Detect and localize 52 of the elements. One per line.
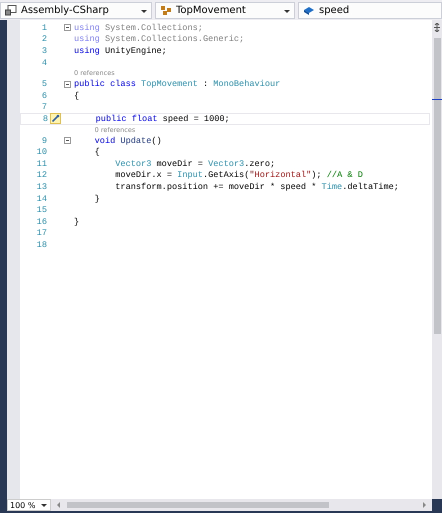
member-dropdown[interactable]: speed [298, 2, 442, 19]
line-number: 3 [40, 46, 47, 56]
project-dropdown[interactable]: Assembly-CSharp [0, 2, 152, 19]
code-text: transform.position += moveDir * speed * Time.deltaTime; [114, 182, 399, 192]
line-number: 17 [36, 228, 47, 238]
code-text: moveDir.x = Input.GetAxis("Horizontal"); //A & D [114, 170, 363, 180]
line-number: 4 [40, 58, 47, 68]
code-text: { [74, 90, 80, 101]
collapse-icon[interactable] [64, 80, 71, 88]
line-number: 8 [42, 114, 48, 124]
line-number: 14 [36, 194, 47, 204]
left-arrow-icon[interactable] [57, 502, 60, 508]
code-text: void Update() [94, 136, 162, 146]
split-icon[interactable] [433, 23, 441, 32]
horizontal-scrollbar[interactable] [51, 499, 432, 511]
line-number: 11 [36, 158, 47, 169]
code-text: { [94, 147, 100, 158]
type-dropdown[interactable]: TopMovement [155, 2, 295, 19]
caret-icon [41, 504, 47, 507]
class-icon [160, 5, 172, 16]
caret-icon [141, 10, 147, 13]
caret-position-marker [432, 99, 442, 100]
project-icon [5, 5, 17, 16]
collapse-icon[interactable] [64, 24, 71, 32]
collapse-icon[interactable] [64, 137, 71, 144]
scrollbar-thumb[interactable] [67, 502, 329, 508]
code-text: public class TopMovement : MonoBehaviour [74, 79, 280, 90]
line-number: 5 [40, 79, 47, 90]
caret-icon [284, 10, 290, 13]
line-number: 1 [40, 22, 47, 33]
line-number: 9 [40, 136, 47, 146]
code-text: using System.Collections.Generic; [74, 34, 244, 44]
line-number: 6 [40, 90, 47, 101]
zoom-dropdown[interactable]: 100 % [7, 499, 51, 511]
quick-action-icon[interactable] [50, 113, 60, 124]
code-text: using System.Collections; [74, 22, 203, 33]
line-number: 12 [36, 170, 47, 180]
code-text: public float speed = 1000; [94, 114, 230, 124]
code-text: } [94, 194, 100, 204]
line-number: 15 [36, 205, 47, 216]
field-icon [303, 6, 315, 16]
line-number: 10 [36, 147, 47, 158]
right-arrow-icon[interactable] [423, 502, 426, 508]
line-number: 7 [40, 102, 47, 112]
line-number: 2 [40, 34, 47, 44]
line-number: 16 [36, 216, 47, 227]
code-text: using UnityEngine; [74, 46, 167, 56]
line-number: 13 [36, 182, 47, 192]
scrollbar-thumb[interactable] [434, 38, 441, 334]
code-text: } [74, 216, 80, 227]
code-text: Vector3 moveDir = Vector3.zero; [114, 158, 276, 169]
line-number: 18 [36, 240, 47, 250]
